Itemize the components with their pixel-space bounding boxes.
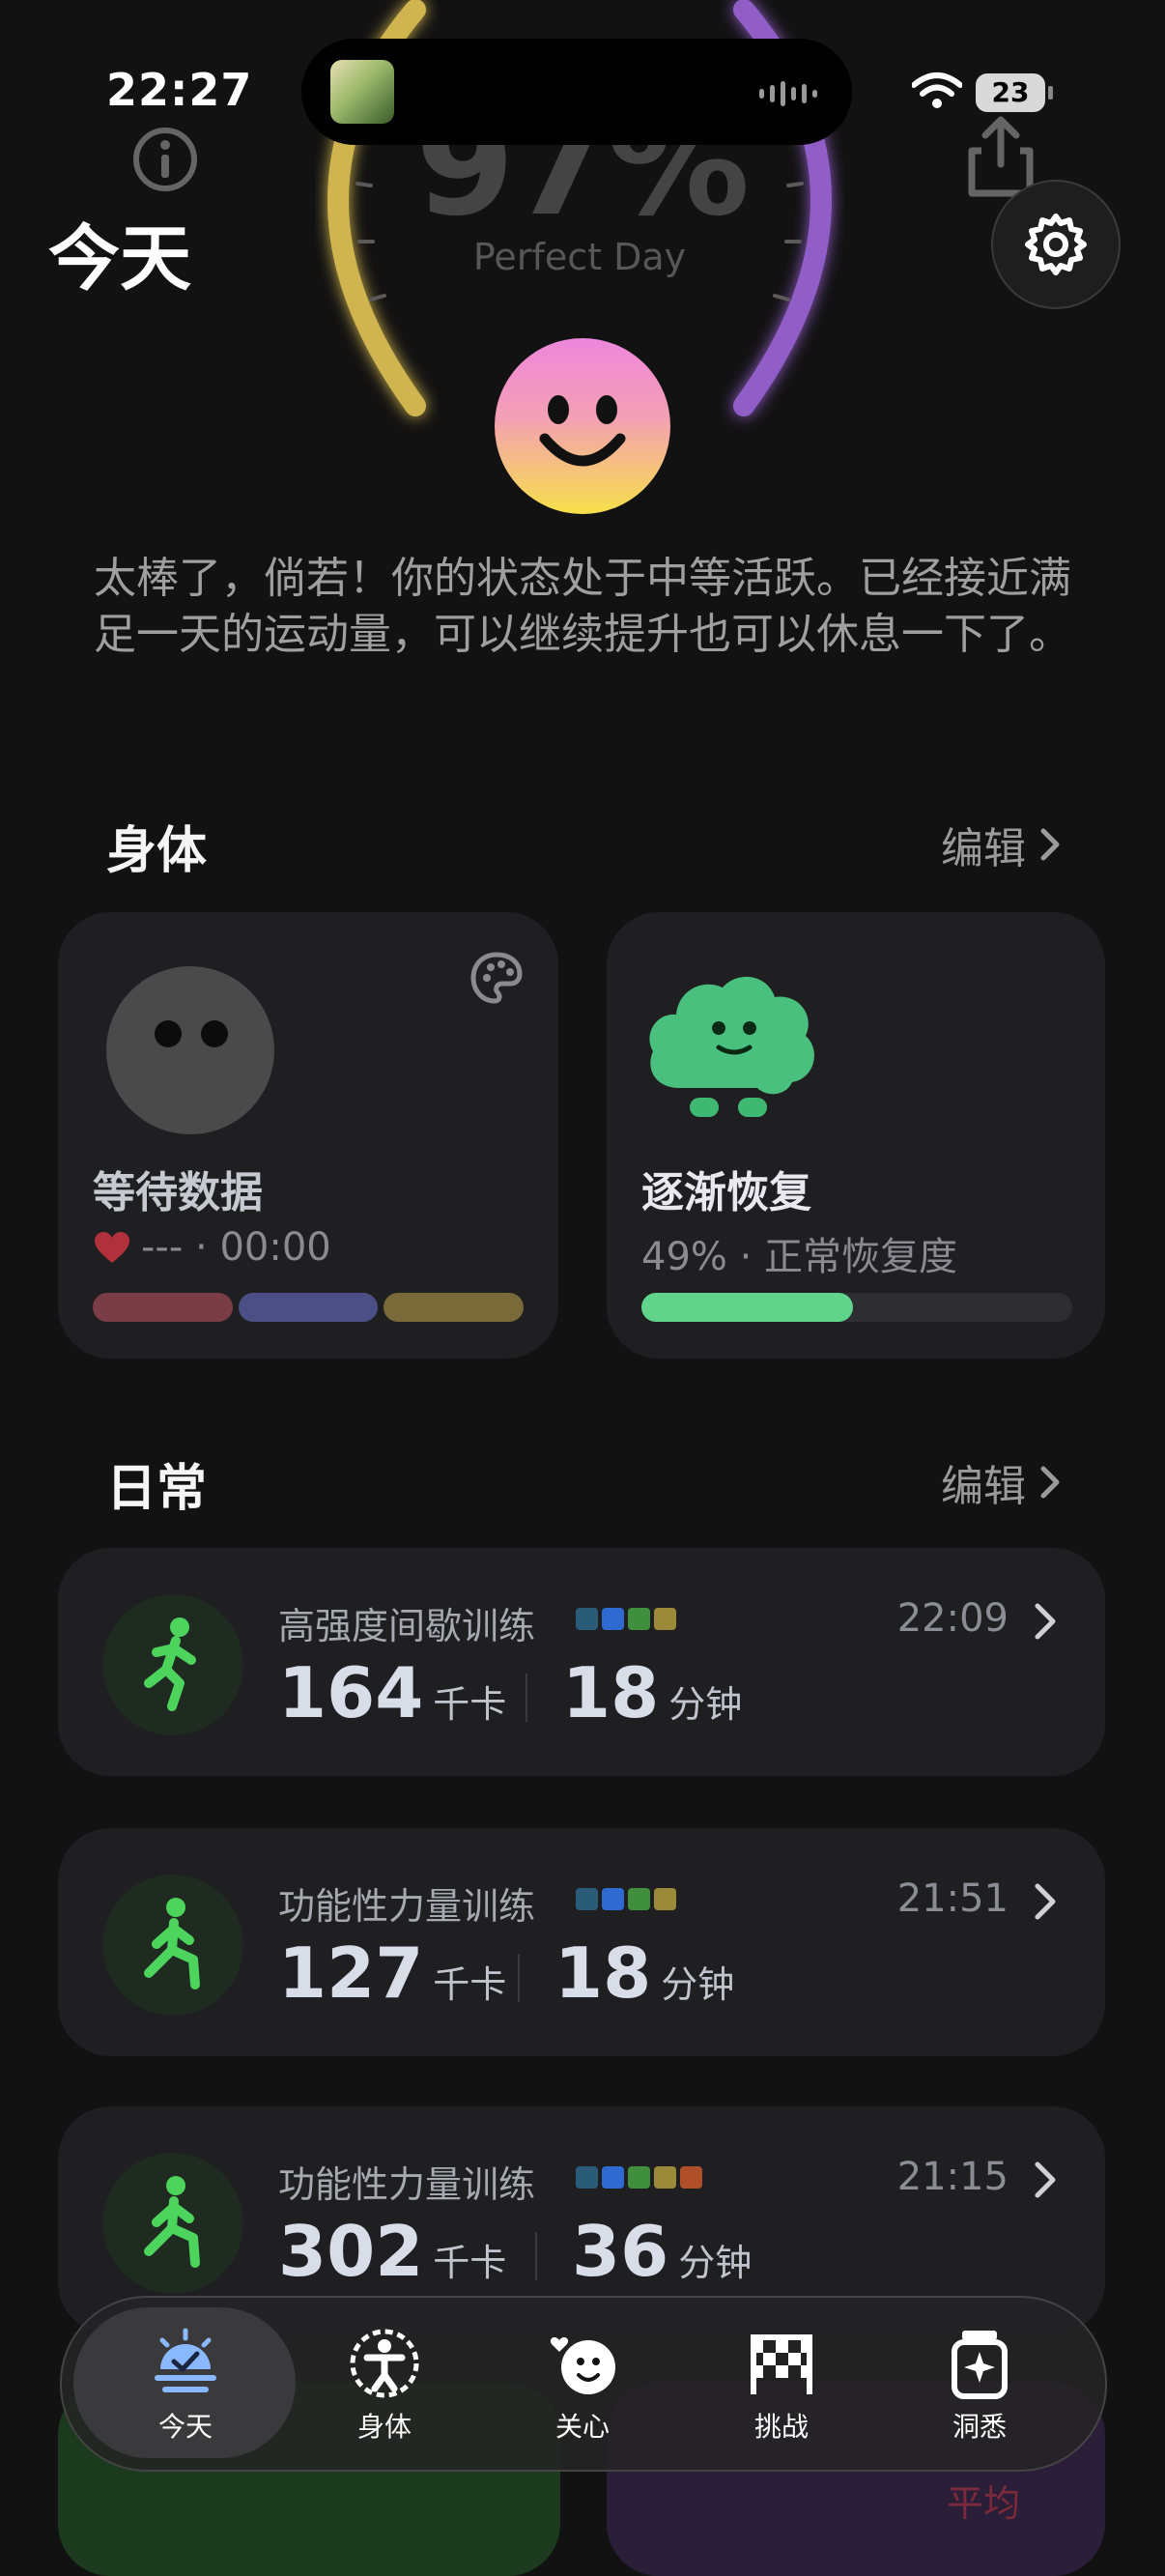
settings-button[interactable] bbox=[991, 180, 1121, 309]
intensity-dots bbox=[576, 1608, 676, 1630]
activity-time: 22:09 bbox=[896, 1596, 1009, 1641]
activity-name: 功能性力量训练 bbox=[278, 1885, 536, 1928]
intensity-dot bbox=[654, 1608, 676, 1630]
checkered-flag-icon bbox=[751, 2334, 812, 2394]
section-title-body: 身体 bbox=[106, 822, 208, 880]
page-title: 今天 bbox=[48, 217, 191, 301]
intensity-dot bbox=[576, 1608, 598, 1630]
recovery-progress-track bbox=[641, 1293, 1072, 1322]
lunge-figure-icon bbox=[102, 2153, 243, 2294]
recovery-progress-fill bbox=[641, 1293, 853, 1322]
tab-care[interactable]: 关心 bbox=[505, 2315, 660, 2450]
intensity-dot bbox=[654, 2166, 676, 2189]
chevron-right-icon bbox=[1035, 2161, 1056, 2198]
sparkle-jar-icon bbox=[952, 2331, 1008, 2399]
intensity-dot bbox=[602, 1888, 624, 1910]
stress-bar-segment bbox=[93, 1293, 233, 1322]
placeholder-face-icon bbox=[106, 966, 274, 1134]
heart-icon bbox=[95, 1232, 129, 1263]
tab-label: 身体 bbox=[356, 2411, 412, 2443]
activity-calories: 127 千卡 bbox=[278, 1932, 507, 2014]
gauge-caption: Perfect Day bbox=[472, 236, 687, 278]
stress-bar-segment bbox=[238, 1293, 379, 1322]
activity-calories: 164 千卡 bbox=[278, 1652, 507, 1733]
tab-challenge[interactable]: 挑战 bbox=[704, 2315, 859, 2450]
activity-name: 功能性力量训练 bbox=[278, 2163, 536, 2206]
section-title-daily: 日常 bbox=[106, 1460, 208, 1518]
activity-card[interactable]: 高强度间歇训练 22:09 164 千卡 18 分钟 bbox=[58, 1548, 1105, 1776]
daily-summary-text: 太棒了，倘若！你的状态处于中等活跃。已经接近满足一天的运动量，可以继续提升也可以… bbox=[94, 554, 1071, 659]
cloud-mascot-icon bbox=[649, 976, 814, 1117]
recovery-card-subtitle: 49% · 正常恢复度 bbox=[641, 1235, 958, 1279]
chevron-right-icon bbox=[1040, 1466, 1060, 1499]
gear-icon bbox=[1025, 214, 1087, 275]
recovery-card-title: 逐渐恢复 bbox=[641, 1168, 811, 1217]
stress-card-title: 等待数据 bbox=[93, 1168, 263, 1217]
peek-average-label: 平均 bbox=[947, 2482, 1021, 2525]
tab-insight[interactable]: 洞悉 bbox=[902, 2315, 1057, 2450]
tab-body[interactable]: 身体 bbox=[307, 2315, 462, 2450]
activity-name: 高强度间歇训练 bbox=[278, 1605, 536, 1647]
recovery-card[interactable]: 逐渐恢复 49% · 正常恢复度 bbox=[607, 912, 1105, 1359]
wifi-icon bbox=[912, 72, 962, 108]
intensity-dot bbox=[576, 2166, 598, 2189]
activity-duration: 18 分钟 bbox=[554, 1932, 735, 2014]
stress-level-bars bbox=[93, 1293, 525, 1322]
sunrise-check-icon bbox=[155, 2328, 216, 2392]
intensity-dot bbox=[576, 1888, 598, 1910]
info-icon[interactable] bbox=[131, 126, 199, 193]
activity-duration: 36 分钟 bbox=[572, 2211, 753, 2292]
mood-smiley-icon bbox=[495, 338, 670, 514]
battery-indicator: 23 bbox=[976, 73, 1053, 112]
daily-edit-button[interactable]: 编辑 bbox=[941, 1451, 1061, 1513]
intensity-dot bbox=[628, 2166, 650, 2189]
status-time: 22:27 bbox=[106, 64, 253, 116]
lunge-figure-icon bbox=[102, 1875, 243, 2016]
tab-label: 洞悉 bbox=[952, 2411, 1007, 2443]
chevron-right-icon bbox=[1040, 828, 1060, 861]
intensity-dot bbox=[628, 1608, 650, 1630]
body-edit-button[interactable]: 编辑 bbox=[941, 814, 1061, 875]
stress-bar-segment bbox=[384, 1293, 525, 1322]
now-playing-artwork[interactable] bbox=[330, 60, 394, 124]
tab-label: 今天 bbox=[157, 2411, 213, 2443]
running-figure-icon bbox=[102, 1594, 243, 1735]
intensity-dot bbox=[602, 2166, 624, 2189]
intensity-dots bbox=[576, 1888, 676, 1910]
edit-label: 编辑 bbox=[941, 1462, 1026, 1511]
stress-card-subtitle: --- · 00:00 bbox=[141, 1225, 331, 1270]
tab-label: 关心 bbox=[554, 2411, 610, 2443]
chevron-right-icon bbox=[1035, 1883, 1056, 1920]
stress-card[interactable]: 等待数据 --- · 00:00 bbox=[58, 912, 558, 1359]
intensity-dot bbox=[602, 1608, 624, 1630]
activity-time: 21:15 bbox=[896, 2155, 1009, 2199]
audio-wave-icon bbox=[759, 81, 817, 106]
intensity-dot bbox=[628, 1888, 650, 1910]
activity-duration: 18 分钟 bbox=[562, 1652, 743, 1733]
palette-icon[interactable] bbox=[468, 949, 526, 1007]
activity-card[interactable]: 功能性力量训练 21:51 127 千卡 18 分钟 bbox=[58, 1828, 1105, 2056]
activity-time: 21:51 bbox=[896, 1876, 1009, 1921]
intensity-dots bbox=[576, 2166, 702, 2189]
intensity-dot bbox=[680, 2166, 702, 2189]
activity-calories: 302 千卡 bbox=[278, 2211, 507, 2292]
edit-label: 编辑 bbox=[941, 824, 1026, 873]
chevron-right-icon bbox=[1035, 1603, 1056, 1640]
care-face-icon bbox=[550, 2337, 615, 2394]
tab-today[interactable]: 今天 bbox=[108, 2315, 263, 2450]
intensity-dot bbox=[654, 1888, 676, 1910]
tab-label: 挑战 bbox=[753, 2411, 809, 2443]
body-figure-icon bbox=[350, 2329, 419, 2398]
dynamic-island[interactable] bbox=[301, 39, 852, 145]
